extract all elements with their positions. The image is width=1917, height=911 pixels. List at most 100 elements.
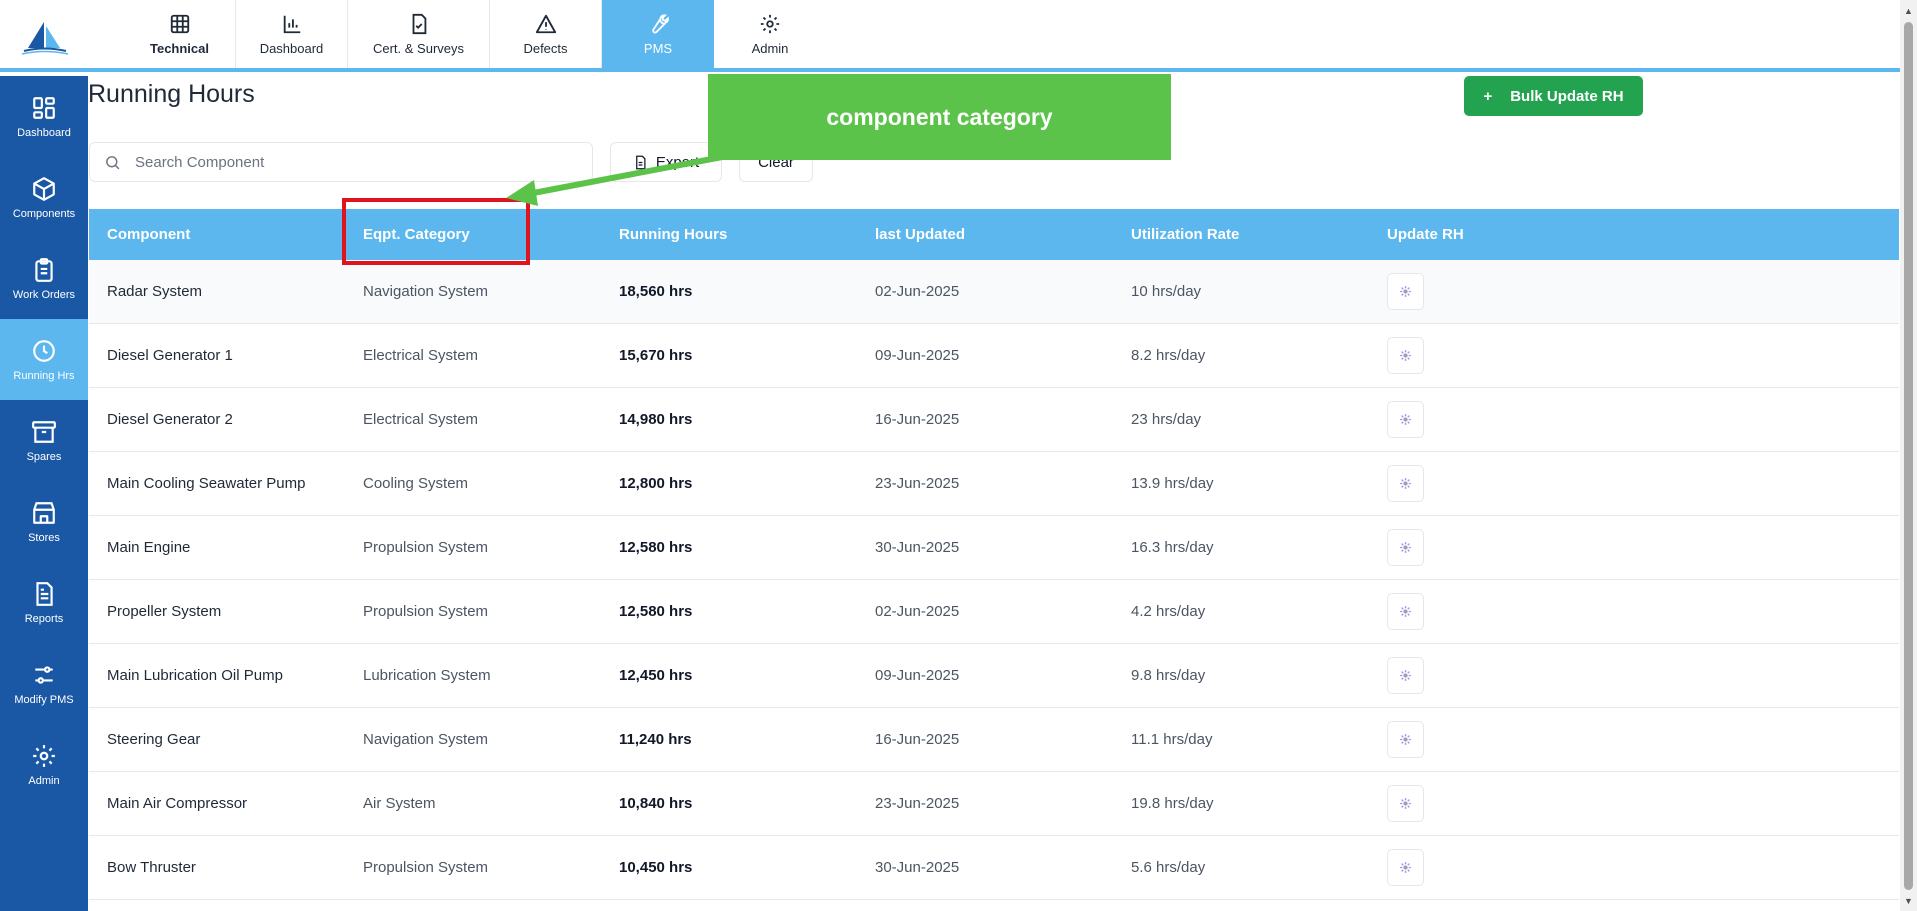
cell-update-rh [1369, 337, 1625, 374]
gear-icon [1400, 542, 1411, 553]
cell-component: Radar System [107, 283, 203, 300]
cell-last-updated: 02-Jun-2025 [875, 283, 960, 300]
document-icon [36, 581, 53, 606]
tab-admin[interactable]: Admin [714, 0, 826, 68]
gear-icon [1400, 862, 1411, 873]
cell-utilization-rate: 10 hrs/day [1131, 283, 1202, 300]
cell-update-rh [1369, 593, 1625, 630]
export-button[interactable]: Export [610, 142, 722, 182]
scrollbar-thumb[interactable] [1904, 22, 1913, 890]
cell-eqpt-category: Air System [363, 795, 436, 812]
tab-defects[interactable]: Defects [490, 0, 602, 68]
search-input[interactable] [135, 153, 555, 171]
search-box[interactable] [89, 142, 593, 182]
bulk-update-rh-button[interactable]: + Bulk Update RH [1464, 76, 1643, 116]
header-running-hours[interactable]: Running Hours [601, 226, 857, 243]
table-row[interactable]: Main Engine Propulsion System 12,580 hrs 30… [89, 516, 1899, 580]
sidebar-item-spares[interactable]: Spares [0, 400, 88, 481]
tab-cert-surveys[interactable]: Cert. & Surveys [348, 0, 490, 68]
cell-running-hours: 11,240 hrs [619, 731, 692, 748]
tab-dashboard[interactable]: Dashboard [236, 0, 348, 68]
update-rh-button[interactable] [1387, 401, 1424, 438]
cell-update-rh [1369, 785, 1625, 822]
table-row[interactable]: Radar System Navigation System 18,560 hrs 0… [89, 260, 1899, 324]
update-rh-button[interactable] [1387, 657, 1424, 694]
cell-running-hours: 12,580 hrs [619, 539, 693, 556]
cell-eqpt-category: Propulsion System [363, 859, 489, 876]
archive-box-icon [32, 420, 56, 443]
sidebar-item-stores[interactable]: Stores [0, 481, 88, 562]
cell-eqpt-category: Navigation System [363, 731, 489, 748]
update-rh-button[interactable] [1387, 529, 1424, 566]
table-row[interactable]: Main Air Compressor Air System 10,840 hrs 2… [89, 772, 1899, 836]
sidebar-item-work-orders[interactable]: Work Orders [0, 238, 88, 319]
cell-running-hours: 12,580 hrs [619, 603, 693, 620]
tab-technical[interactable]: Technical [124, 0, 236, 68]
header-last-updated[interactable]: last Updated [857, 226, 1113, 243]
sidebar-item-modify-pms[interactable]: Modify PMS [0, 643, 88, 724]
header-utilization-rate[interactable]: Utilization Rate [1113, 226, 1369, 243]
cell-update-rh [1369, 273, 1625, 310]
table-row[interactable]: Main Lubrication Oil Pump Lubrication Sys… [89, 644, 1899, 708]
table-row[interactable]: Propeller System Propulsion System 12,580 … [89, 580, 1899, 644]
table-row[interactable]: Main Cooling Seawater Pump Cooling System… [89, 452, 1899, 516]
cell-running-hours: 14,980 hrs [619, 411, 693, 428]
update-rh-button[interactable] [1387, 785, 1424, 822]
table-row[interactable]: Diesel Generator 2 Electrical System 14,98… [89, 388, 1899, 452]
store-icon [33, 501, 55, 524]
table-row[interactable]: Bow Thruster Propulsion System 10,450 hrs 3… [89, 836, 1899, 900]
sidebar-item-reports[interactable]: Reports [0, 562, 88, 643]
sidebar-item-running-hrs[interactable]: Running Hrs [0, 319, 88, 400]
table-row[interactable]: Diesel Generator 1 Electrical System 15,67… [89, 324, 1899, 388]
sidebar-item-components[interactable]: Components [0, 157, 88, 238]
cell-eqpt-category: Lubrication System [363, 667, 491, 684]
update-rh-button[interactable] [1387, 593, 1424, 630]
company-logo[interactable] [18, 18, 70, 58]
cell-last-updated: 30-Jun-2025 [875, 859, 960, 876]
sliders-icon [35, 665, 53, 684]
cell-eqpt-category: Propulsion System [363, 539, 489, 556]
gear-icon [1400, 350, 1411, 361]
annotation-callout: component category [708, 74, 1171, 160]
gear-icon [1400, 798, 1411, 809]
top-navbar: Technical Dashboard Cert. & Surveys Defe… [0, 0, 1900, 72]
cell-eqpt-category: Propulsion System [363, 603, 489, 620]
cell-component: Bow Thruster [107, 859, 196, 876]
tab-label: Cert. & Surveys [372, 40, 465, 56]
update-rh-button[interactable] [1387, 273, 1424, 310]
update-rh-button[interactable] [1387, 337, 1424, 374]
cell-running-hours: 15,670 hrs [619, 347, 693, 364]
cell-utilization-rate: 5.6 hrs/day [1131, 859, 1206, 876]
cell-update-rh [1369, 529, 1625, 566]
table-row[interactable]: Steering Gear Navigation System 11,240 hrs… [89, 708, 1899, 772]
table-body: Radar System Navigation System 18,560 hrs 0… [89, 260, 1899, 900]
scroll-down-arrow[interactable]: ▼ [1900, 892, 1917, 909]
update-rh-button[interactable] [1387, 849, 1424, 886]
tab-pms[interactable]: PMS [602, 0, 714, 68]
vertical-scrollbar[interactable]: ▲ ▼ [1900, 0, 1917, 911]
tab-label: Admin [751, 40, 789, 56]
cell-utilization-rate: 4.2 hrs/day [1131, 603, 1206, 620]
left-sidebar: Dashboard Components Work Orders Running… [0, 76, 88, 911]
header-update-rh: Update RH [1387, 226, 1464, 243]
sidebar-item-admin[interactable]: Admin [0, 724, 88, 805]
header-component[interactable]: Component [89, 226, 345, 243]
update-rh-button[interactable] [1387, 465, 1424, 502]
export-label: Export [655, 153, 700, 171]
update-rh-button[interactable] [1387, 721, 1424, 758]
cell-running-hours: 18,560 hrs [619, 283, 693, 300]
cell-last-updated: 02-Jun-2025 [875, 603, 960, 620]
running-hours-table: Component Eqpt. Category Running Hours l… [89, 209, 1899, 900]
sidebar-item-label: Running Hrs [13, 369, 75, 382]
sidebar-item-dashboard[interactable]: Dashboard [0, 76, 88, 157]
bulk-update-label: Bulk Update RH [1510, 87, 1624, 105]
cell-eqpt-category: Electrical System [363, 347, 479, 364]
cube-icon [33, 176, 55, 201]
tab-label: Defects [523, 40, 568, 56]
cell-eqpt-category: Navigation System [363, 283, 489, 300]
cell-eqpt-category: Electrical System [363, 411, 479, 428]
cell-component: Steering Gear [107, 731, 201, 748]
cell-utilization-rate: 16.3 hrs/day [1131, 539, 1214, 556]
scroll-up-arrow[interactable]: ▲ [1900, 2, 1917, 19]
gear-icon [1400, 286, 1411, 297]
